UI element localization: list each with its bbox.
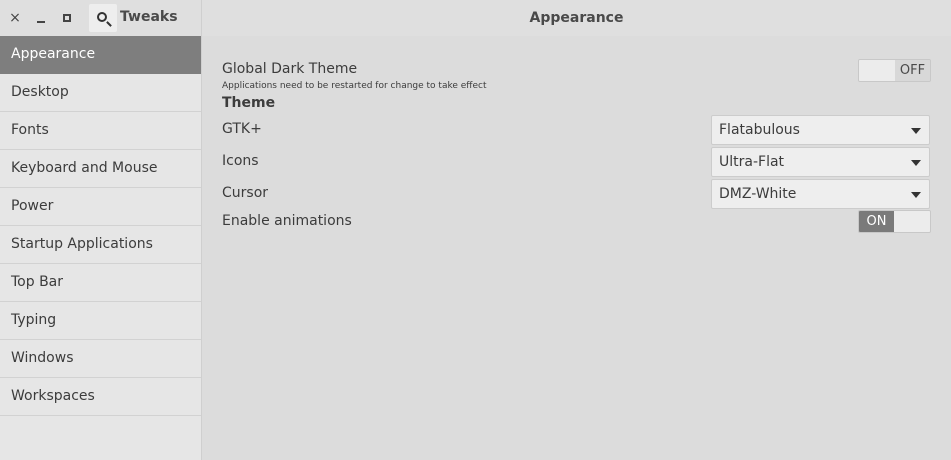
animations-label: Enable animations bbox=[222, 213, 352, 229]
close-glyph: × bbox=[9, 10, 21, 26]
icons-theme-value: Ultra-Flat bbox=[719, 154, 785, 170]
cursor-theme-value: DMZ-White bbox=[719, 186, 797, 202]
main-panel: Global Dark Theme Applications need to b… bbox=[203, 36, 951, 460]
animations-switch[interactable]: ON bbox=[858, 210, 931, 233]
maximize-icon[interactable] bbox=[57, 8, 77, 28]
cursor-theme-combo[interactable]: DMZ-White bbox=[711, 179, 930, 209]
sidebar-item-top-bar[interactable]: Top Bar bbox=[0, 264, 201, 302]
chevron-down-icon bbox=[911, 128, 921, 134]
sidebar-item-desktop[interactable]: Desktop bbox=[0, 74, 201, 112]
chevron-down-icon bbox=[911, 160, 921, 166]
chevron-down-icon bbox=[911, 192, 921, 198]
close-icon[interactable]: × bbox=[5, 8, 25, 28]
switch-knob bbox=[894, 211, 930, 232]
sidebar-item-startup-applications[interactable]: Startup Applications bbox=[0, 226, 201, 264]
icons-theme-combo[interactable]: Ultra-Flat bbox=[711, 147, 930, 177]
app-title: Tweaks bbox=[120, 9, 178, 25]
dark-theme-switch[interactable]: OFF bbox=[858, 59, 931, 82]
sidebar-item-keyboard-and-mouse[interactable]: Keyboard and Mouse bbox=[0, 150, 201, 188]
sidebar-item-power[interactable]: Power bbox=[0, 188, 201, 226]
dark-theme-sublabel: Applications need to be restarted for ch… bbox=[222, 81, 487, 91]
sidebar-item-appearance[interactable]: Appearance bbox=[0, 36, 201, 74]
search-icon bbox=[96, 11, 107, 22]
switch-state: OFF bbox=[895, 60, 930, 81]
minimize-icon[interactable] bbox=[31, 8, 51, 28]
sidebar-item-fonts[interactable]: Fonts bbox=[0, 112, 201, 150]
sidebar-item-workspaces[interactable]: Workspaces bbox=[0, 378, 201, 416]
sidebar: Appearance Desktop Fonts Keyboard and Mo… bbox=[0, 36, 202, 460]
header-bar: × Tweaks Appearance bbox=[0, 0, 951, 36]
cursor-label: Cursor bbox=[222, 185, 269, 201]
sidebar-item-typing[interactable]: Typing bbox=[0, 302, 201, 340]
gtk-theme-combo[interactable]: Flatabulous bbox=[711, 115, 930, 145]
switch-state: ON bbox=[859, 211, 894, 232]
theme-section-title: Theme bbox=[222, 95, 276, 111]
sidebar-item-windows[interactable]: Windows bbox=[0, 340, 201, 378]
icons-label: Icons bbox=[222, 153, 259, 169]
header-left: × Tweaks bbox=[0, 0, 202, 36]
page-title: Appearance bbox=[529, 10, 624, 26]
search-button[interactable] bbox=[89, 4, 117, 32]
gtk-theme-value: Flatabulous bbox=[719, 122, 800, 138]
dark-theme-label: Global Dark Theme bbox=[222, 61, 358, 77]
gtk-label: GTK+ bbox=[222, 121, 262, 137]
switch-knob bbox=[859, 60, 895, 81]
